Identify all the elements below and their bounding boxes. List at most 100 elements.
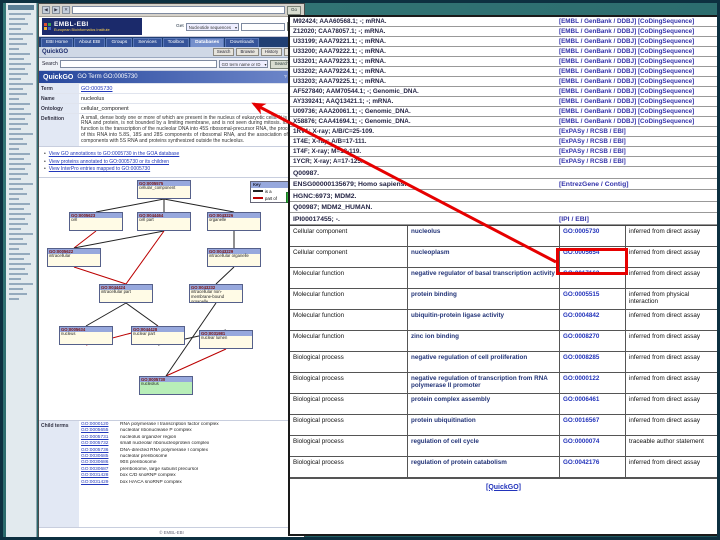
back-icon[interactable]: ◀ <box>42 6 50 14</box>
sidebar-line <box>9 183 33 185</box>
xref-links[interactable] <box>557 190 717 201</box>
xref-row: 1YCR; X-ray; A=17-125. [ExPASy / RCSB / E… <box>290 157 717 167</box>
graph-node-name: nucleolus <box>141 381 159 387</box>
xref-links[interactable] <box>557 167 717 178</box>
go-term-link[interactable]: negative regulator of basal transcriptio… <box>408 267 560 288</box>
graph-node-go-0043229[interactable]: GO:0043229 intracellular organelle <box>207 247 261 267</box>
go-id-link[interactable]: GO:0008270 <box>560 330 626 351</box>
xref-links[interactable]: [EMBL / GenBank / DDBJ] [CoDingSequence] <box>557 47 717 56</box>
quickgo-button-history[interactable]: History <box>260 48 283 56</box>
child-term-id[interactable]: GO:0031429 <box>81 480 117 486</box>
graph-node-name: intracellular organelle <box>209 253 249 259</box>
get-label: Get <box>175 24 184 29</box>
quickgo-button-browse[interactable]: Browse <box>236 48 259 56</box>
go-id-link[interactable]: GO:0004842 <box>560 309 626 330</box>
xref-links[interactable]: [EMBL / GenBank / DDBJ] [CoDingSequence] <box>557 37 717 46</box>
graph-node-go-0005575[interactable]: GO:0005575 cellular_component <box>137 179 191 199</box>
go-term-link[interactable]: ubiquitin-protein ligase activity <box>408 309 560 330</box>
xref-links[interactable]: [EMBL / GenBank / DDBJ] [CoDingSequence] <box>557 117 717 126</box>
term-info-value[interactable]: GO:0005730 <box>79 84 304 93</box>
go-id-link[interactable]: GO:0008285 <box>560 351 626 372</box>
search-scope-select[interactable]: GO term name or ID <box>218 60 269 68</box>
xref-links[interactable]: [EMBL / GenBank / DDBJ] [CoDingSequence] <box>557 77 717 86</box>
xref-text: AF527840; AAM70544.1; -; Genomic_DNA. <box>293 88 419 95</box>
graph-node-go-0043232[interactable]: GO:0043232 intracellular non-membrane-bou… <box>189 283 243 303</box>
go-id-link[interactable]: GO:0042176 <box>560 456 626 477</box>
address-input[interactable] <box>72 6 285 14</box>
forward-icon[interactable]: ▶ <box>52 6 60 14</box>
xref-links[interactable]: [ExPASy / RCSB / EBI] <box>557 137 717 146</box>
xref-row: Q00987. <box>290 167 717 179</box>
go-search-input[interactable] <box>59 60 217 68</box>
graph-node-go-0044464[interactable]: GO:0044464 cell part <box>137 211 191 231</box>
go-term-link[interactable]: protein binding <box>408 288 560 309</box>
graph-node-go-0044424[interactable]: GO:0044424 intracellular part <box>99 283 153 303</box>
go-term-link[interactable]: zinc ion binding <box>408 330 560 351</box>
go-aspect-text: Biological process <box>293 437 344 445</box>
term-link[interactable]: View proteins annotated to GO:0005730 or… <box>49 159 169 165</box>
xref-links[interactable]: [EMBL / GenBank / DDBJ] [CoDingSequence] <box>557 27 717 36</box>
graph-node-go-0043226[interactable]: GO:0043226 organelle <box>207 211 261 231</box>
get-select[interactable]: Nucleotide sequences <box>185 22 239 31</box>
term-info-row: Name nucleolus <box>39 93 304 103</box>
go-term-link[interactable]: nucleolus <box>408 225 560 246</box>
tab-downloads[interactable]: Downloads <box>225 38 259 47</box>
tab-toolbox[interactable]: Toolbox <box>162 38 190 47</box>
graph-node-go-0005623[interactable]: GO:0005623 cell <box>69 211 123 231</box>
go-term-link[interactable]: regulation of cell cycle <box>408 435 560 456</box>
sidebar-line <box>9 103 30 105</box>
term-info-row: Ontology cellular_component <box>39 103 304 113</box>
sidebar-line <box>9 23 28 25</box>
quickgo-footer-link[interactable]: [QuickGO] <box>486 484 521 491</box>
xref-links[interactable]: [EMBL / GenBank / DDBJ] [CoDingSequence] <box>557 17 717 26</box>
tab-ebi-home[interactable]: EBI Home <box>41 38 73 47</box>
go-id-link[interactable]: GO:0005730 <box>560 225 626 246</box>
xref-links[interactable]: [EMBL / GenBank / DDBJ] [CoDingSequence] <box>557 67 717 76</box>
go-id-link[interactable]: GO:0000122 <box>560 372 626 393</box>
go-term-link[interactable]: nucleoplasm <box>408 246 560 267</box>
graph-node-go-0005730[interactable]: GO:0005730 nucleolus <box>139 375 193 395</box>
go-term-link[interactable]: protein complex assembly <box>408 393 560 414</box>
go-id-link[interactable]: GO:0016567 <box>560 414 626 435</box>
xref-links[interactable]: [EntrezGene / Contig] <box>557 179 717 190</box>
term-link[interactable]: View InterPro entries mapped to GO:00057… <box>49 166 150 172</box>
graph-node-go-0005634[interactable]: GO:0005634 nucleus <box>59 325 113 345</box>
go-term-link[interactable]: negative regulation of cell proliferatio… <box>408 351 560 372</box>
xref-row: M92424; AAA60568.1; -; mRNA. [EMBL / GenB… <box>290 17 717 27</box>
tab-groups[interactable]: Groups <box>106 38 133 47</box>
graph-node-go-0044428[interactable]: GO:0044428 nuclear part <box>131 325 185 345</box>
quickgo-button-search[interactable]: Search <box>212 48 235 56</box>
graph-node-go-0031981[interactable]: GO:0031981 nuclear lumen <box>199 329 253 349</box>
xref-links[interactable]: [EMBL / GenBank / DDBJ] [CoDingSequence] <box>557 107 717 116</box>
term-link[interactable]: View GO annotations to GO:0005730 in the… <box>49 151 180 157</box>
xref-links[interactable]: [ExPASy / RCSB / EBI] <box>557 147 717 156</box>
tab-about-ebi[interactable]: About EBI <box>73 38 106 47</box>
go-term-link[interactable]: protein ubiquitination <box>408 414 560 435</box>
xref-links[interactable]: [EMBL / GenBank / DDBJ] [CoDingSequence] <box>557 97 717 106</box>
xref-links[interactable]: [ExPASy / RCSB / EBI] <box>557 157 717 166</box>
xref-links[interactable] <box>557 202 717 213</box>
go-id-link[interactable]: GO:0005515 <box>560 288 626 309</box>
sidebar-line <box>9 218 25 220</box>
xref-links[interactable]: [ExPASy / RCSB / EBI] <box>557 127 717 136</box>
address-go-button[interactable]: Go <box>286 5 301 15</box>
go-term-link[interactable]: regulation of protein catabolism <box>408 456 560 477</box>
xref-links[interactable]: [EMBL / GenBank / DDBJ] [CoDingSequence] <box>557 57 717 66</box>
term-info-rows: Term GO:0005730 Name nucleolus Ontology cellu… <box>39 83 304 113</box>
tab-services[interactable]: Services <box>133 38 162 47</box>
header-search-input[interactable] <box>240 22 285 31</box>
graph-node-go-0005622[interactable]: GO:0005622 intracellular <box>47 247 101 267</box>
embl-ebi-logo[interactable]: EMBL-EBI European Bioinformatics Institu… <box>42 18 142 35</box>
xref-links[interactable]: [IPI / EBI] <box>557 213 717 224</box>
go-evidence: inferred from direct assay <box>629 353 701 361</box>
go-id-link[interactable]: GO:0000074 <box>560 435 626 456</box>
xref-links[interactable]: [EMBL / GenBank / DDBJ] [CoDingSequence] <box>557 87 717 96</box>
stop-icon[interactable]: ✕ <box>62 6 70 14</box>
logo-text: EMBL-EBI <box>54 21 89 28</box>
embl-rows: M92424; AAA60568.1; -; mRNA. [EMBL / GenB… <box>290 17 717 127</box>
go-id-link[interactable]: GO:0006461 <box>560 393 626 414</box>
tab-databases[interactable]: Databases <box>190 38 225 47</box>
xref-text: U09736; AAA20061.1; -; Genomic_DNA. <box>293 108 411 115</box>
go-term-link[interactable]: negative regulation of transcription fro… <box>408 372 560 393</box>
ebi-header: EMBL-EBI European Bioinformatics Institu… <box>39 17 304 37</box>
